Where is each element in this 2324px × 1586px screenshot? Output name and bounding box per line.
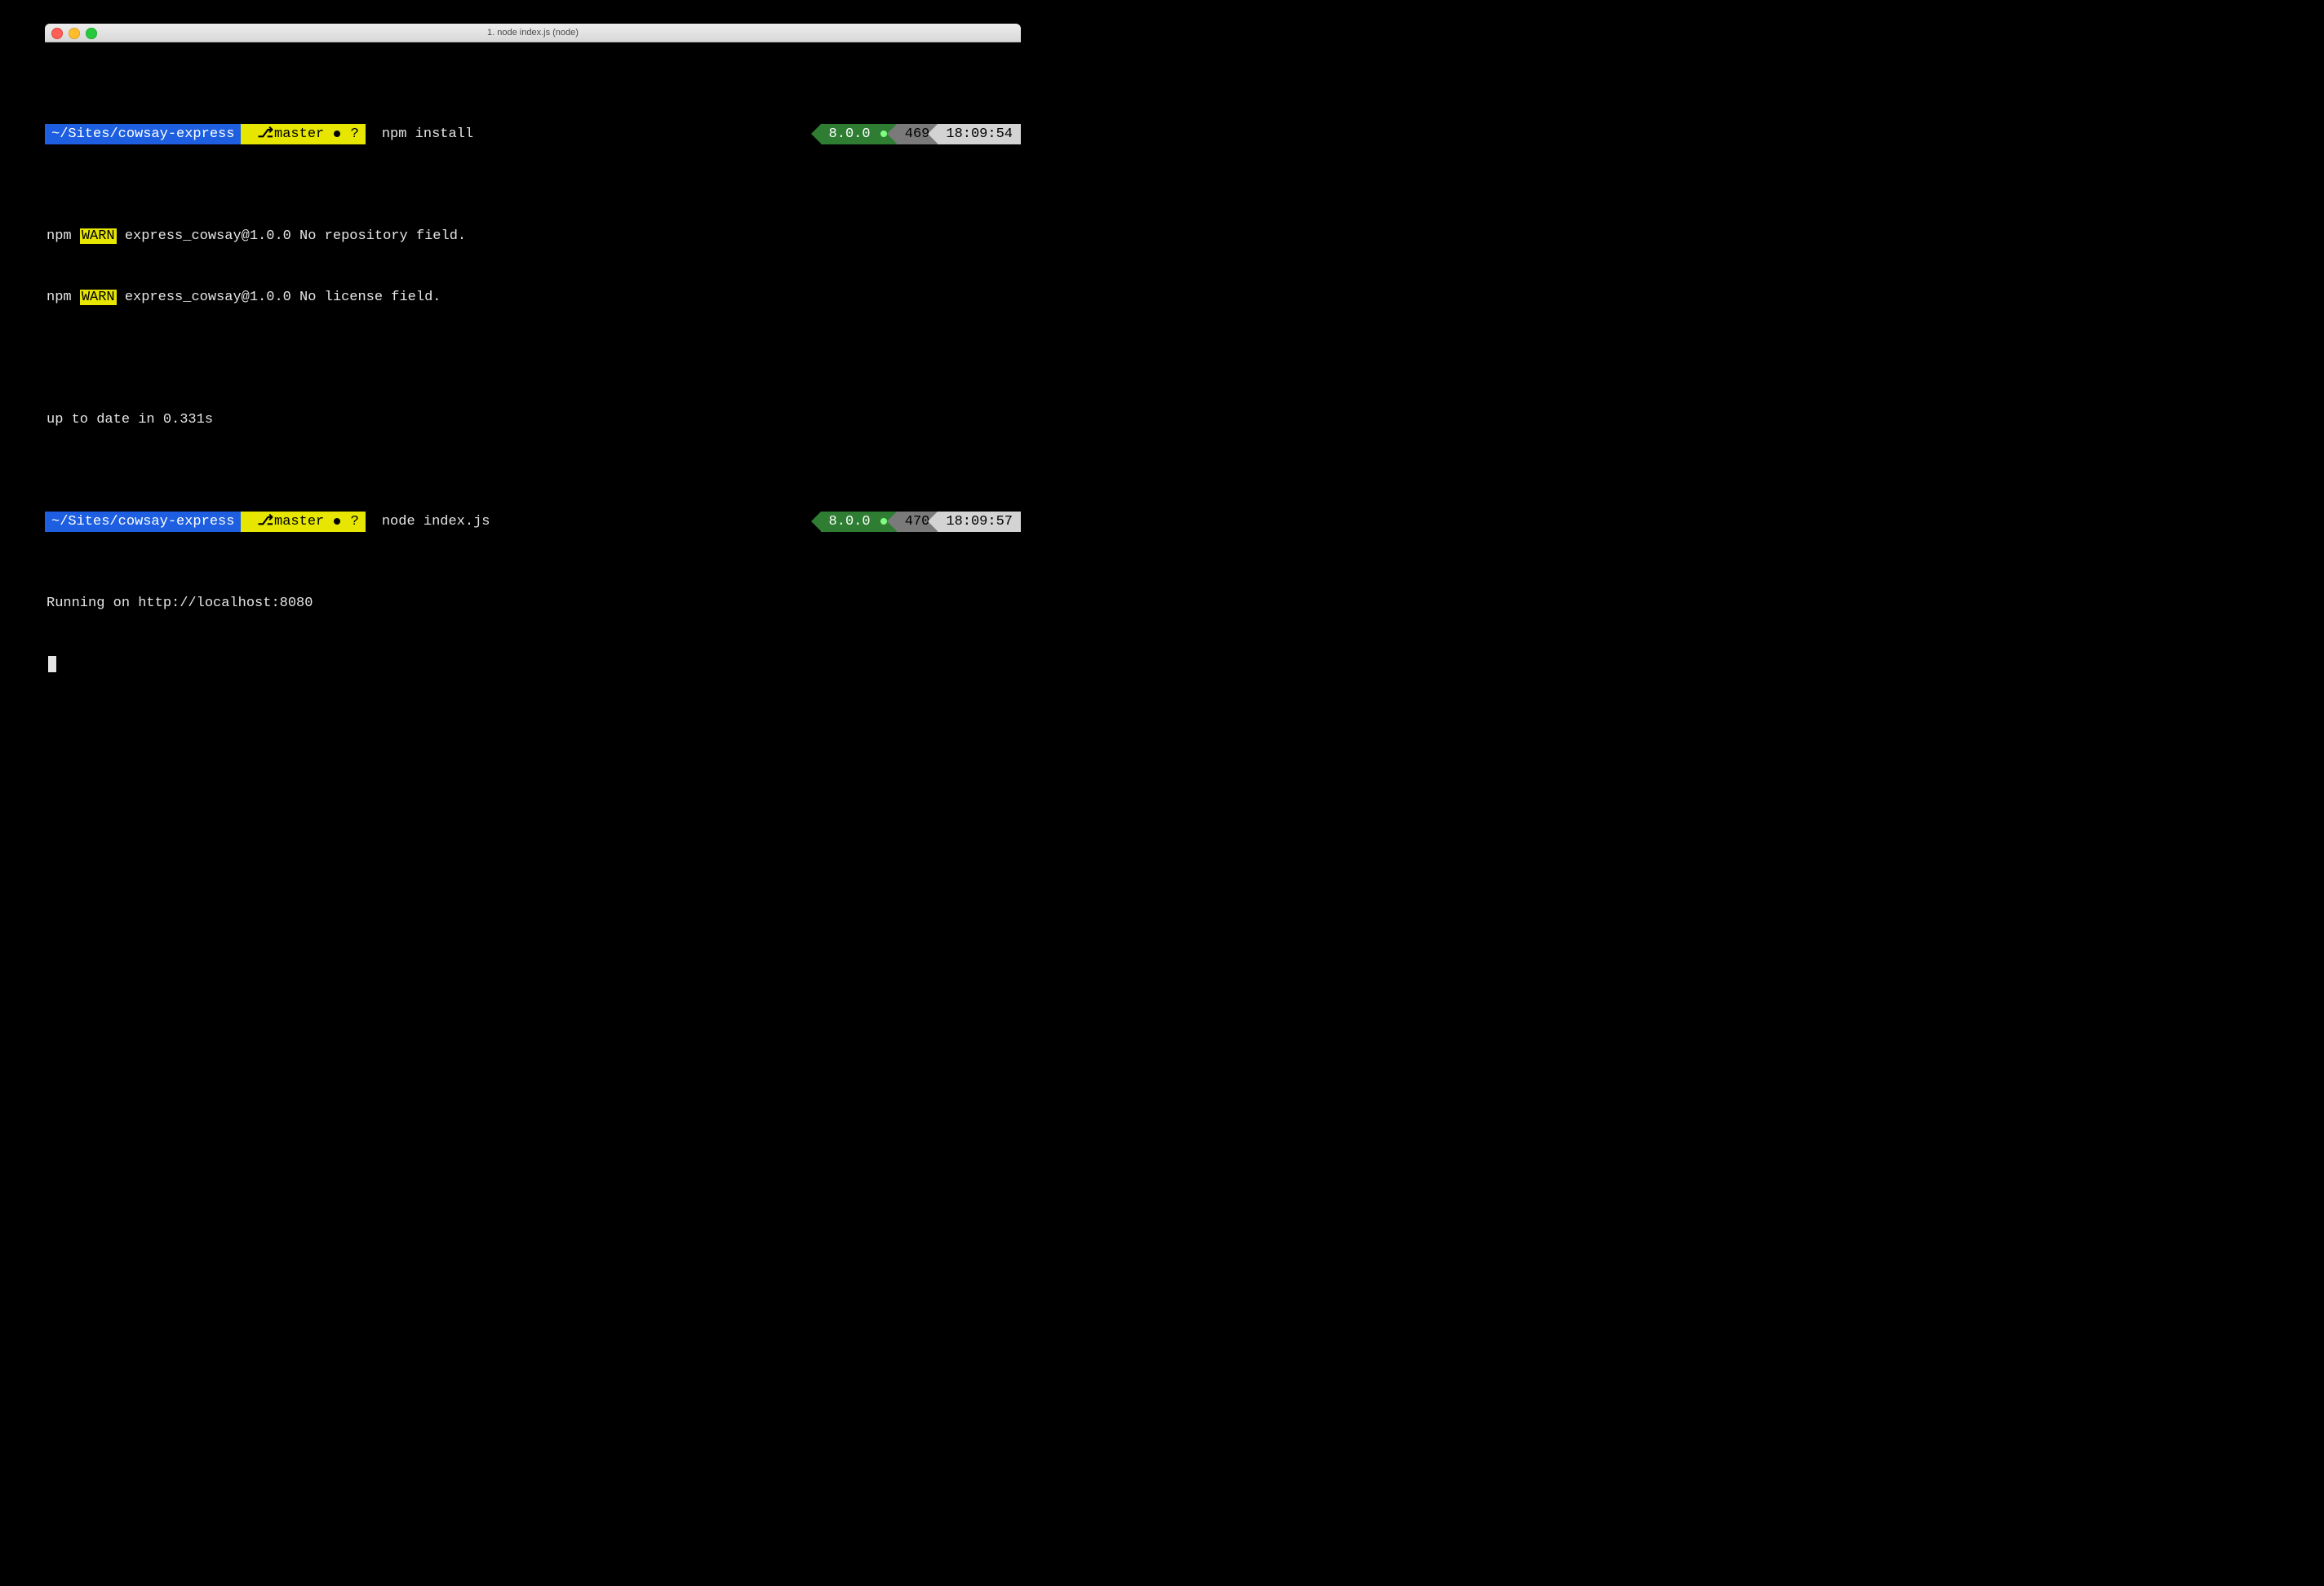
history-number: 470: [905, 512, 930, 532]
output-line: npm WARN express_cowsay@1.0.0 No license…: [45, 287, 1021, 308]
cursor-icon: [48, 656, 56, 672]
clock-time: 18:09:54: [946, 124, 1013, 144]
git-dirty-icon: [334, 518, 340, 525]
git-flags: ?: [351, 514, 359, 529]
path-segment: ~/Sites/cowsay-express: [45, 512, 241, 532]
command-segment: npm install: [366, 124, 480, 144]
terminal-body[interactable]: ~/Sites/cowsay-express ⎇master ? npm ins…: [45, 42, 1021, 676]
node-version-segment: 8.0.0: [821, 512, 897, 532]
git-branch: master: [274, 126, 324, 142]
clock-time: 18:09:57: [946, 512, 1013, 532]
node-version-segment: 8.0.0: [821, 124, 897, 144]
output-line: npm WARN express_cowsay@1.0.0 No reposit…: [45, 226, 1021, 246]
git-branch: master: [274, 514, 324, 529]
terminal-window: 1. node index.js (node) ~/Sites/cowsay-e…: [45, 24, 1021, 676]
right-status: 8.0.0 469 18:09:54: [821, 124, 1021, 144]
titlebar: 1. node index.js (node): [45, 24, 1021, 42]
git-flags: ?: [351, 126, 359, 142]
git-dirty-icon: [334, 131, 340, 137]
close-icon[interactable]: [51, 28, 63, 39]
node-version: 8.0.0: [829, 514, 871, 529]
path-segment: ~/Sites/cowsay-express: [45, 124, 241, 144]
right-status: 8.0.0 470 18:09:57: [821, 512, 1021, 532]
git-segment: ⎇master ?: [241, 512, 365, 532]
output-line: Running on http://localhost:8080: [45, 593, 1021, 614]
zoom-icon[interactable]: [86, 28, 97, 39]
blank-line: [45, 348, 1021, 369]
window-title: 1. node index.js (node): [45, 28, 1021, 38]
clock-segment: 18:09:57: [938, 512, 1021, 532]
warn-badge: WARN: [80, 290, 117, 305]
warn-badge: WARN: [80, 228, 117, 244]
command-segment: node index.js: [366, 512, 497, 532]
branch-icon: ⎇: [257, 514, 273, 529]
history-number: 469: [905, 124, 930, 144]
minimize-icon[interactable]: [69, 28, 80, 39]
status-dot-icon: [880, 131, 887, 137]
clock-segment: 18:09:54: [938, 124, 1021, 144]
command-text: node index.js: [382, 512, 490, 532]
git-segment: ⎇master ?: [241, 124, 365, 144]
node-version: 8.0.0: [829, 126, 871, 142]
output-line: up to date in 0.331s: [45, 410, 1021, 430]
status-dot-icon: [880, 518, 887, 525]
cwd-path: ~/Sites/cowsay-express: [51, 512, 234, 532]
command-text: npm install: [382, 124, 473, 144]
cwd-path: ~/Sites/cowsay-express: [51, 124, 234, 144]
prompt-line: ~/Sites/cowsay-express ⎇master ? node in…: [45, 512, 1021, 532]
branch-icon: ⎇: [257, 126, 273, 142]
cursor-line: [45, 654, 1021, 675]
prompt-line: ~/Sites/cowsay-express ⎇master ? npm ins…: [45, 124, 1021, 144]
